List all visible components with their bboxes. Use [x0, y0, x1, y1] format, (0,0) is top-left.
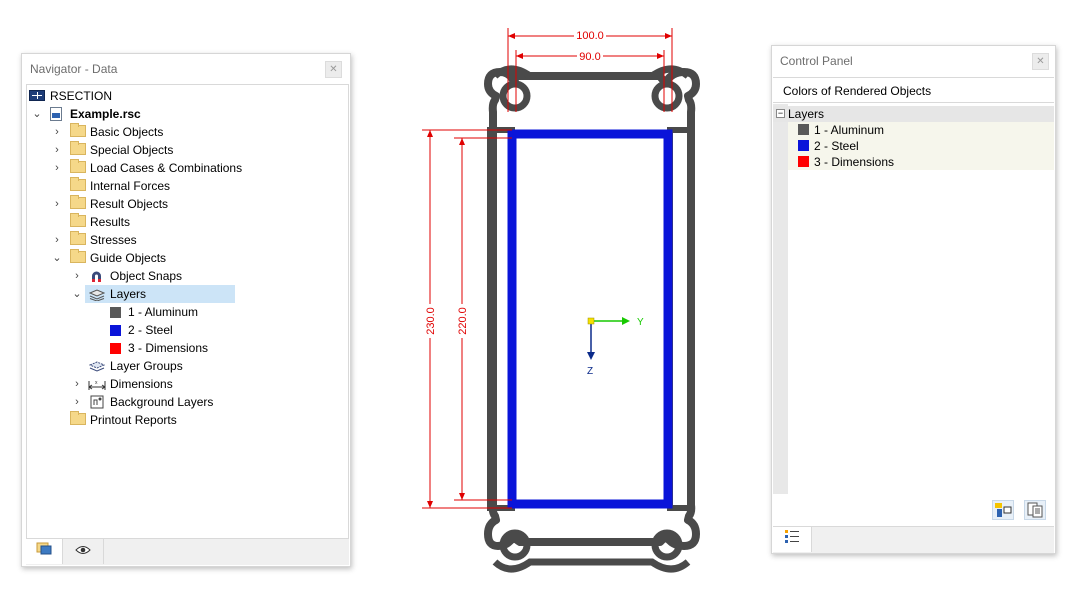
tab-legend[interactable]: [773, 527, 812, 552]
item-label: Dimensions: [110, 377, 173, 391]
layer-label: 3 - Dimensions: [128, 341, 209, 355]
layer-settings-icon: [995, 503, 1012, 517]
axis-z-label: Z: [587, 366, 593, 377]
dimension-arrows: [427, 33, 672, 508]
folder-icon: [70, 213, 86, 227]
layer-label: 2 - Steel: [814, 139, 859, 153]
chevron-down-icon[interactable]: ⌄: [70, 285, 84, 303]
svg-text:x: x: [95, 380, 98, 386]
control-panel-title-bar: Control Panel ✕: [772, 46, 1055, 76]
layer-label: 3 - Dimensions: [814, 155, 895, 169]
layer-label: 1 - Aluminum: [128, 305, 199, 319]
chevron-down-icon[interactable]: ⌄: [50, 249, 64, 267]
color-swatch[interactable]: [798, 140, 809, 151]
data-tab-icon: [36, 539, 52, 564]
item-label: Results: [90, 215, 131, 229]
folder-icon: [70, 195, 86, 209]
color-swatch: [110, 343, 121, 354]
root-label: RSECTION: [50, 89, 113, 103]
layer-list-icon: [1027, 502, 1043, 518]
item-label: Object Snaps: [110, 269, 183, 283]
item-label: Internal Forces: [90, 179, 171, 193]
folder-open-icon: [70, 249, 86, 263]
chevron-right-icon[interactable]: ›: [70, 375, 84, 393]
item-label: Guide Objects: [90, 251, 167, 265]
chevron-right-icon[interactable]: ›: [70, 393, 84, 411]
layer-settings-button[interactable]: [992, 500, 1014, 520]
cross-section-graphic: 100.0 90.0 230.0 220.0 Y Z: [422, 28, 700, 573]
magnet-icon: [90, 269, 103, 282]
control-panel-title: Control Panel: [780, 54, 853, 68]
item-label: Stresses: [90, 233, 137, 247]
chevron-down-icon[interactable]: ⌄: [30, 105, 44, 123]
color-swatch: [110, 325, 121, 336]
navigator-close-button[interactable]: ✕: [325, 61, 342, 78]
navigator-tree: RSECTION ⌄ Example.rsc › Basic Objects ›…: [26, 84, 349, 539]
layer-label: 1 - Aluminum: [814, 123, 885, 137]
eye-icon: [75, 539, 91, 564]
navigator-title-bar: Navigator - Data ✕: [22, 54, 350, 84]
list-icon: [784, 527, 800, 552]
control-panel-tabs: [773, 526, 1054, 553]
dimension-lines: [422, 28, 673, 509]
item-label: Layers: [110, 287, 147, 301]
tab-data[interactable]: [26, 539, 63, 564]
item-label: Load Cases & Combinations: [90, 161, 243, 175]
chevron-right-icon[interactable]: ›: [50, 159, 64, 177]
folder-icon: [70, 159, 86, 173]
layer-label: 2 - Steel: [128, 323, 173, 337]
navigator-panel: Navigator - Data ✕ RSECTION ⌄ Example.rs…: [21, 53, 351, 567]
control-panel-gutter: [773, 104, 788, 494]
chevron-right-icon[interactable]: ›: [50, 141, 64, 159]
item-label: Background Layers: [110, 395, 214, 409]
file-label: Example.rsc: [70, 107, 141, 121]
selection-highlight: [85, 285, 235, 303]
rsection-logo-icon: [29, 90, 45, 101]
item-label: Printout Reports: [90, 413, 177, 427]
tab-view[interactable]: [63, 539, 104, 564]
item-label: Result Objects: [90, 197, 169, 211]
group-label: Layers: [788, 107, 825, 121]
navigator-tabs: [26, 538, 349, 565]
item-label: Special Objects: [90, 143, 174, 157]
section-drawing-canvas[interactable]: 100.0 90.0 230.0 220.0 Y Z: [380, 20, 720, 583]
color-swatch[interactable]: [798, 156, 809, 167]
background-layer-icon: [90, 395, 104, 409]
folder-icon: [70, 141, 86, 155]
dim-left-inner-label: 220.0: [457, 307, 469, 335]
control-panel-header: Colors of Rendered Objects: [773, 77, 1054, 103]
layer-list-button[interactable]: [1024, 500, 1046, 520]
folder-icon: [70, 177, 86, 191]
dim-top-inner-label: 90.0: [579, 51, 600, 63]
color-swatch: [110, 307, 121, 318]
chevron-right-icon[interactable]: ›: [50, 195, 64, 213]
chevron-right-icon[interactable]: ›: [70, 267, 84, 285]
item-label: Basic Objects: [90, 125, 164, 139]
dim-left-outer-label: 230.0: [425, 307, 437, 335]
color-swatch[interactable]: [798, 124, 809, 135]
control-panel-close-button[interactable]: ✕: [1032, 53, 1049, 70]
folder-icon: [70, 231, 86, 245]
navigator-title: Navigator - Data: [30, 62, 118, 76]
chevron-right-icon[interactable]: ›: [50, 123, 64, 141]
file-icon: [50, 107, 62, 121]
dimension-icon: x: [88, 378, 106, 390]
control-panel: Control Panel ✕ Colors of Rendered Objec…: [771, 45, 1056, 554]
layers-icon: [88, 288, 106, 302]
folder-icon: [70, 411, 86, 425]
collapse-icon[interactable]: −: [776, 109, 785, 118]
coordinate-axes: Y Z: [587, 317, 644, 377]
chevron-right-icon[interactable]: ›: [50, 231, 64, 249]
dim-top-outer-label: 100.0: [576, 30, 604, 42]
item-label: Layer Groups: [110, 359, 183, 373]
axis-y-label: Y: [637, 317, 644, 328]
folder-icon: [70, 123, 86, 137]
layer-groups-icon: [88, 360, 106, 372]
